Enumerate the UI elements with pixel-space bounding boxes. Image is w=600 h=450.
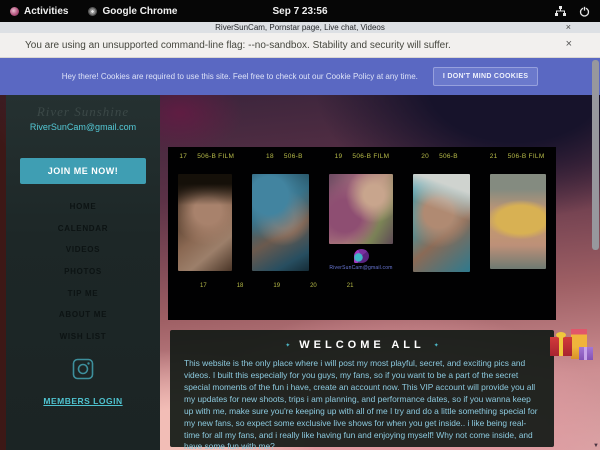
calendar-day-header[interactable]: 18 506-B: [246, 153, 324, 160]
day-number: 20: [421, 153, 429, 160]
footer-day[interactable]: 17: [200, 283, 207, 289]
day-number: 19: [335, 153, 343, 160]
calendar-day-header[interactable]: 21 506-B FILM: [478, 153, 556, 160]
system-tray: [555, 6, 590, 17]
gnome-top-bar: Activities Google Chrome Sep 7 23:56: [0, 0, 600, 22]
tab-close-icon[interactable]: ×: [566, 22, 571, 32]
day-event-label: 506-B FILM: [197, 153, 234, 160]
day-event-label: 506-B FILM: [352, 153, 389, 160]
day-number: 18: [266, 153, 274, 160]
day-event-label: 506-B FILM: [508, 153, 545, 160]
day-number: 21: [490, 153, 498, 160]
browser-tab-bar: RiverSunCam, Pornstar page, Live chat, V…: [0, 22, 600, 33]
gift-bow-icon: [556, 332, 566, 338]
power-icon[interactable]: [579, 6, 590, 17]
watermark-text: RiverSunCam@gmail.com: [329, 265, 392, 271]
activities-label: Activities: [24, 6, 68, 17]
ornament-icon: ✦: [285, 342, 290, 349]
calendar-day-header[interactable]: 20 506-B: [401, 153, 479, 160]
day-event-label: 506-B: [284, 153, 303, 160]
app-menu-label: Google Chrome: [102, 6, 177, 17]
site-logo-text: River Sunshine: [6, 104, 160, 120]
photo-thumbnail[interactable]: [178, 174, 232, 271]
welcome-title: WELCOME ALL: [299, 339, 424, 351]
cookie-message: Hey there! Cookies are required to use t…: [62, 72, 418, 81]
infobar-close-icon[interactable]: ×: [566, 38, 572, 50]
sidebar: River Sunshine RiverSunCam@gmail.com JOI…: [6, 95, 160, 450]
sidebar-item-tip-me[interactable]: TIP ME: [6, 282, 160, 304]
tab-title[interactable]: RiverSunCam, Pornstar page, Live chat, V…: [0, 23, 600, 32]
ornament-icon: ✦: [434, 342, 439, 349]
photo-thumbnail[interactable]: [252, 174, 309, 271]
footer-day[interactable]: 21: [347, 283, 354, 289]
join-now-button[interactable]: JOIN ME NOW!: [20, 158, 146, 184]
footer-day[interactable]: 19: [273, 283, 280, 289]
calendar-header-row: 17 506-B FILM 18 506-B 19 506-B FILM 20 …: [168, 147, 556, 160]
sidebar-item-calendar[interactable]: CALENDAR: [6, 218, 160, 240]
activities-button[interactable]: Activities: [10, 6, 68, 17]
sidebar-menu: HOME CALENDAR VIDEOS PHOTOS TIP ME ABOUT…: [6, 196, 160, 347]
sidebar-item-photos[interactable]: PHOTOS: [6, 261, 160, 283]
day-event-label: 506-B: [439, 153, 458, 160]
calendar-strip: 17 506-B FILM 18 506-B 19 506-B FILM 20 …: [168, 147, 556, 320]
footer-day[interactable]: 20: [310, 283, 317, 289]
sidebar-item-wish-list[interactable]: WISH LIST: [6, 326, 160, 348]
sidebar-item-videos[interactable]: VIDEOS: [6, 239, 160, 261]
gift-red-icon: [550, 337, 572, 356]
day-number: 17: [179, 153, 187, 160]
photo-thumbnail[interactable]: [329, 174, 393, 244]
distro-icon: [10, 7, 19, 16]
screen: Activities Google Chrome Sep 7 23:56: [0, 0, 600, 450]
sidebar-item-home[interactable]: HOME: [6, 196, 160, 218]
photo-thumbnail[interactable]: [490, 174, 546, 269]
calendar-footer-days: 17 18 19 20 21: [168, 283, 556, 289]
sandbox-warning-infobar: You are using an unsupported command-lin…: [0, 33, 600, 58]
network-icon[interactable]: [555, 6, 566, 17]
instagram-camera-icon[interactable]: [6, 358, 160, 380]
page-scrollbar: ▼: [591, 58, 600, 450]
app-menu-button[interactable]: Google Chrome: [88, 6, 177, 17]
cookie-accept-button[interactable]: I DON'T MIND COOKIES: [433, 67, 538, 86]
welcome-heading: ✦ WELCOME ALL ✦: [170, 339, 554, 351]
sidebar-item-about-me[interactable]: ABOUT ME: [6, 304, 160, 326]
calendar-day-header[interactable]: 17 506-B FILM: [168, 153, 246, 160]
scrollbar-down-arrow-icon[interactable]: ▼: [593, 443, 599, 449]
page-viewport: Hey there! Cookies are required to use t…: [0, 58, 600, 450]
members-login-link[interactable]: MEMBERS LOGIN: [6, 396, 160, 406]
infobar-message: You are using an unsupported command-lin…: [25, 40, 451, 51]
footer-day[interactable]: 18: [237, 283, 244, 289]
contact-email: RiverSunCam@gmail.com: [6, 122, 160, 132]
site-watermark-logo: [354, 249, 369, 263]
welcome-panel: ✦ WELCOME ALL ✦ This website is the only…: [170, 330, 554, 447]
cookie-banner: Hey there! Cookies are required to use t…: [0, 58, 600, 95]
calendar-day-header[interactable]: 19 506-B FILM: [323, 153, 401, 160]
welcome-body-text: This website is the only place where i w…: [184, 358, 540, 450]
photo-thumbnail-row: RiverSunCam@gmail.com: [168, 174, 556, 276]
photo-thumbnail[interactable]: [413, 174, 470, 272]
chrome-icon: [88, 7, 97, 16]
photo-thumbnail-with-watermark: RiverSunCam@gmail.com: [329, 174, 393, 271]
scrollbar-thumb[interactable]: [592, 60, 599, 250]
